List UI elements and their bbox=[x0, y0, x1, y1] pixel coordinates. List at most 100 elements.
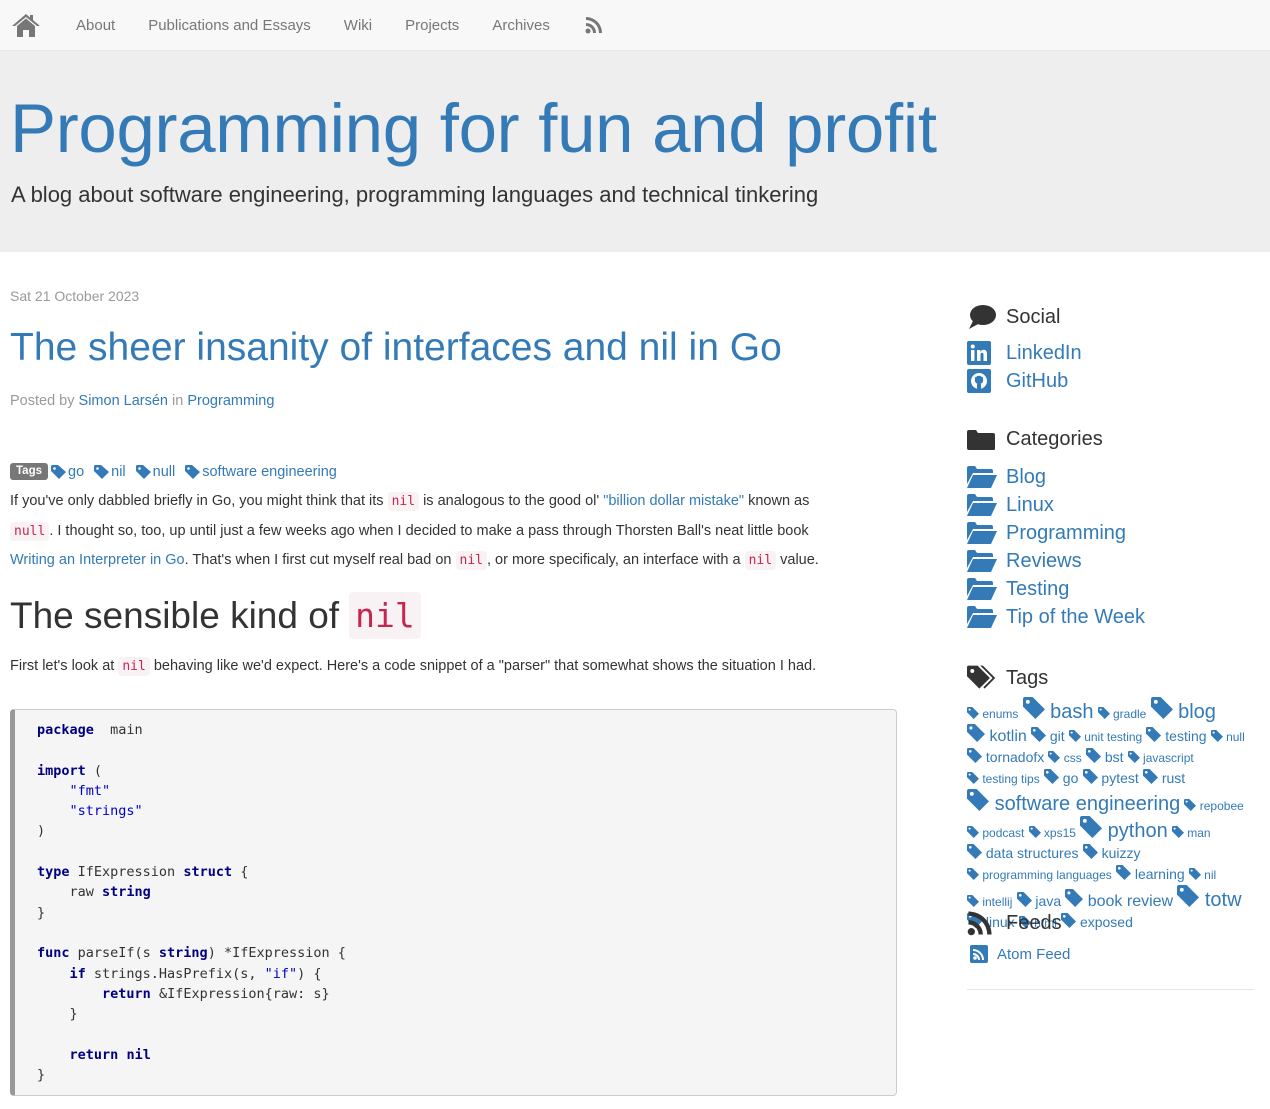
tag-icon bbox=[967, 789, 989, 811]
feeds-heading-text: Feeds bbox=[1006, 911, 1062, 934]
tag-icon bbox=[1065, 889, 1084, 907]
tag-cloud-label: git bbox=[1049, 728, 1065, 744]
tag-cloud-item[interactable]: css bbox=[1048, 751, 1082, 765]
tag-cloud-item[interactable]: bst bbox=[1085, 748, 1124, 765]
tag-cloud-item[interactable]: book review bbox=[1065, 889, 1173, 910]
tag-cloud-item[interactable]: java bbox=[1016, 892, 1061, 909]
category-item[interactable]: Reviews bbox=[967, 547, 1145, 575]
tag-cloud-label: data structures bbox=[985, 845, 1079, 861]
tag-cloud-item[interactable]: tornadofx bbox=[967, 748, 1044, 765]
comment-icon bbox=[969, 305, 996, 329]
inline-code: nil bbox=[387, 492, 420, 511]
tag-cloud-item[interactable]: null bbox=[1210, 730, 1245, 744]
tag-cloud: enums bash gradle blog kotlin git unit t… bbox=[967, 697, 1254, 933]
tag-cloud-item[interactable]: nil bbox=[1188, 868, 1216, 882]
categories-list: Blog Linux Programming Reviews Testing Tip of… bbox=[967, 463, 1145, 631]
tag-cloud-item[interactable]: testing tips bbox=[967, 772, 1040, 786]
tag-cloud-item[interactable]: git bbox=[1030, 727, 1065, 744]
category-label: Programming bbox=[1006, 521, 1127, 544]
code-token: } bbox=[37, 904, 46, 921]
code-token: string bbox=[102, 884, 151, 901]
post-tag-nil[interactable]: nil bbox=[94, 464, 126, 480]
post-title[interactable]: The sheer insanity of interfaces and nil… bbox=[10, 326, 782, 370]
tag-cloud-item[interactable]: man bbox=[1171, 826, 1211, 840]
tag-icon bbox=[1022, 697, 1045, 719]
code-token: type bbox=[37, 864, 70, 881]
tag-cloud-label: man bbox=[1187, 826, 1211, 840]
category-item[interactable]: Tip of the Week bbox=[967, 603, 1145, 631]
tags-heading: Tags bbox=[967, 664, 1048, 692]
tag-icon bbox=[1210, 730, 1223, 742]
tag-cloud-item[interactable]: kuizzy bbox=[1082, 844, 1140, 861]
tag-cloud-item[interactable]: intellij bbox=[967, 895, 1012, 909]
tag-cloud-item[interactable]: exposed bbox=[1061, 913, 1133, 930]
tag-icon bbox=[1150, 697, 1173, 719]
tag-cloud-item[interactable]: learning bbox=[1115, 865, 1185, 882]
nav-projects[interactable]: Projects bbox=[405, 17, 459, 34]
folder-open-icon bbox=[967, 550, 997, 572]
category-item[interactable]: Programming bbox=[967, 519, 1145, 547]
tag-cloud-item[interactable]: kotlin bbox=[967, 724, 1027, 745]
tag-cloud-item[interactable]: podcast bbox=[967, 826, 1024, 840]
code-line: func parseIf(s string) *IfExpression { bbox=[37, 943, 896, 963]
book-link[interactable]: Writing an Interpreter in Go bbox=[10, 552, 185, 568]
billion-dollar-mistake-link[interactable]: "billion dollar mistake" bbox=[603, 493, 744, 509]
tag-cloud-item[interactable]: javascript bbox=[1127, 751, 1194, 765]
tag-cloud-item[interactable]: software engineering bbox=[967, 789, 1180, 815]
code-line: package main bbox=[37, 720, 896, 740]
category-item[interactable]: Blog bbox=[967, 463, 1145, 491]
social-linkedin-label: LinkedIn bbox=[1006, 341, 1082, 364]
nav-rss-link[interactable] bbox=[585, 16, 603, 34]
tag-cloud-item[interactable]: programming languages bbox=[967, 868, 1112, 882]
post-tag-software-engineering[interactable]: software engineering bbox=[185, 464, 337, 480]
nav-about[interactable]: About bbox=[76, 17, 115, 34]
tag-cloud-label: repobee bbox=[1199, 799, 1244, 813]
social-github[interactable]: GitHub bbox=[967, 367, 1082, 395]
tag-cloud-item[interactable]: data structures bbox=[967, 844, 1079, 861]
tag-cloud-item[interactable]: rust bbox=[1142, 769, 1185, 786]
tag-icon bbox=[1142, 769, 1158, 784]
atom-feed-link[interactable]: Atom Feed bbox=[970, 945, 1070, 963]
tag-cloud-item[interactable]: totw bbox=[1177, 885, 1242, 911]
tag-cloud-item[interactable]: repobee bbox=[1184, 799, 1244, 813]
tag-cloud-item[interactable]: gradle bbox=[1097, 707, 1146, 721]
category-item[interactable]: Testing bbox=[967, 575, 1145, 603]
tag-label: null bbox=[152, 463, 176, 480]
tag-icon bbox=[1030, 727, 1046, 742]
code-token: "if" bbox=[264, 965, 298, 982]
tag-icon bbox=[1061, 913, 1077, 928]
category-label: Testing bbox=[1006, 577, 1070, 600]
category-item[interactable]: Linux bbox=[967, 491, 1145, 519]
tag-icon bbox=[1068, 730, 1081, 742]
code-token: parseIf(s bbox=[69, 945, 159, 962]
code-token: "strings" bbox=[69, 803, 143, 820]
tag-cloud-item[interactable]: python bbox=[1080, 816, 1168, 842]
tag-cloud-item[interactable]: xps15 bbox=[1028, 826, 1076, 840]
code-token: strings.HasPrefix(s, bbox=[85, 965, 265, 982]
tag-cloud-label: programming languages bbox=[982, 868, 1112, 882]
code-token: nil bbox=[126, 1046, 151, 1063]
code-token: { bbox=[232, 864, 249, 881]
code-token: } bbox=[37, 1006, 78, 1023]
tag-cloud-item[interactable]: blog bbox=[1150, 697, 1216, 723]
tag-cloud-item[interactable]: pytest bbox=[1082, 769, 1139, 786]
author-link[interactable]: Simon Larsén bbox=[79, 393, 168, 409]
post-tag-null[interactable]: null bbox=[135, 463, 176, 480]
nav-home-link[interactable] bbox=[11, 11, 43, 39]
tag-cloud-item[interactable]: testing bbox=[1146, 727, 1207, 744]
nav-publications[interactable]: Publications and Essays bbox=[148, 17, 311, 34]
tag-cloud-item[interactable]: enums bbox=[967, 707, 1018, 721]
nav-wiki[interactable]: Wiki bbox=[344, 17, 372, 34]
category-link[interactable]: Programming bbox=[187, 393, 274, 409]
tag-cloud-item[interactable]: go bbox=[1043, 769, 1078, 786]
post-tag-go[interactable]: go bbox=[51, 464, 84, 480]
nav-archives[interactable]: Archives bbox=[492, 17, 550, 34]
tag-cloud-item[interactable]: bash bbox=[1022, 697, 1093, 723]
social-linkedin[interactable]: LinkedIn bbox=[967, 339, 1082, 367]
code-line: return nil bbox=[37, 1045, 896, 1065]
tag-cloud-item[interactable]: unit testing bbox=[1068, 730, 1142, 744]
code-token: } bbox=[37, 1067, 46, 1084]
post-title-link[interactable]: The sheer insanity of interfaces and nil… bbox=[10, 326, 782, 369]
